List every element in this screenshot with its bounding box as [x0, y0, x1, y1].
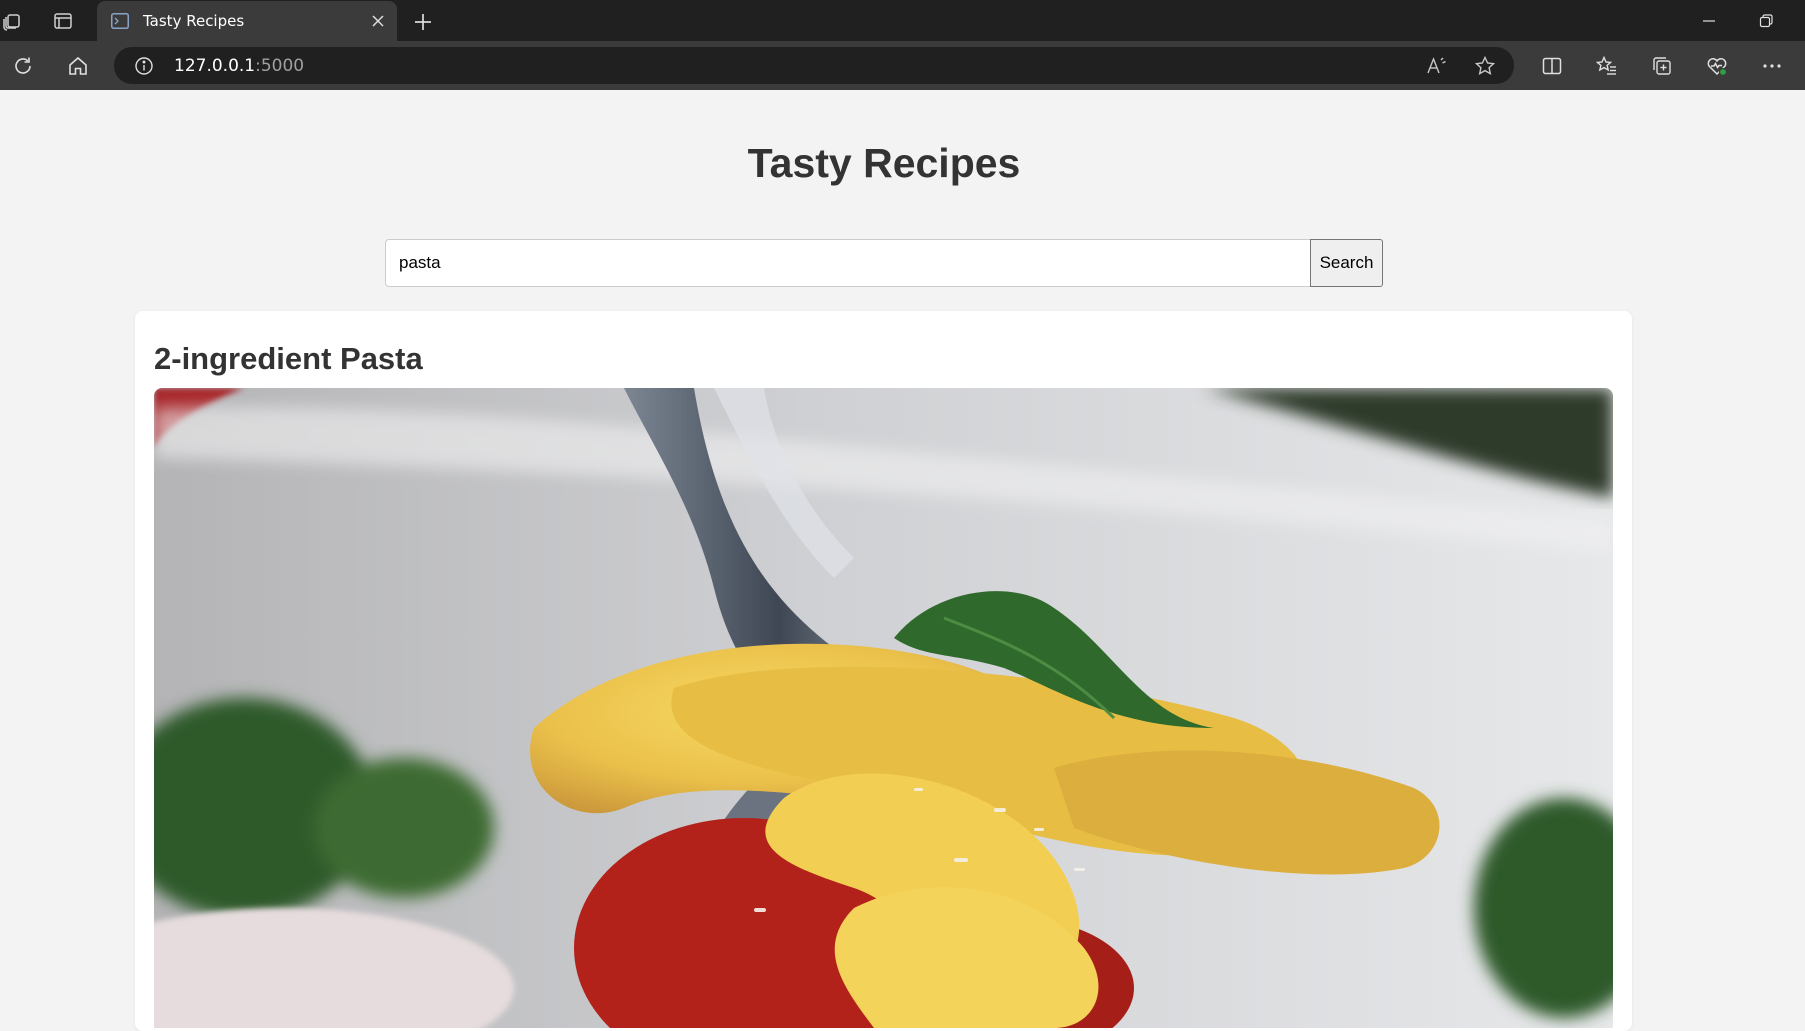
- minimize-window-icon[interactable]: [1696, 10, 1722, 32]
- address-url[interactable]: 127.0.0.1:5000: [174, 56, 304, 76]
- refresh-icon[interactable]: [10, 53, 36, 79]
- favorites-icon[interactable]: [1594, 53, 1620, 79]
- read-aloud-icon[interactable]: [1423, 53, 1449, 79]
- browser-tab-active[interactable]: Tasty Recipes: [97, 1, 397, 42]
- recipe-title: 2-ingredient Pasta: [154, 341, 423, 376]
- search-button[interactable]: Search: [1310, 239, 1383, 287]
- browser-toolbar: 127.0.0.1:5000: [0, 41, 1805, 90]
- info-icon[interactable]: [134, 56, 154, 76]
- vertical-tabs-icon[interactable]: [51, 9, 75, 33]
- collections-icon[interactable]: [1649, 53, 1675, 79]
- workspaces-icon[interactable]: [0, 9, 24, 33]
- address-bar[interactable]: 127.0.0.1:5000: [114, 47, 1514, 84]
- recipe-image: [154, 388, 1613, 1028]
- browser-tab-bar: Tasty Recipes: [0, 0, 1805, 42]
- url-port: :5000: [255, 56, 305, 76]
- home-icon[interactable]: [65, 53, 91, 79]
- split-screen-icon[interactable]: [1539, 53, 1565, 79]
- more-icon[interactable]: [1759, 53, 1785, 79]
- browser-essentials-icon[interactable]: [1704, 53, 1730, 79]
- close-tab-icon[interactable]: [367, 10, 389, 32]
- page-title: Tasty Recipes: [747, 140, 1021, 186]
- url-host: 127.0.0.1: [174, 56, 256, 76]
- page-favicon-icon: [111, 13, 129, 29]
- search-input[interactable]: [385, 239, 1311, 287]
- new-tab-icon[interactable]: [410, 9, 436, 35]
- page-content: Tasty Recipes Search 2-ingredient Pasta: [0, 90, 1805, 1031]
- recipe-card: 2-ingredient Pasta: [135, 311, 1632, 1031]
- star-icon[interactable]: [1472, 53, 1498, 79]
- tab-title: Tasty Recipes: [143, 12, 245, 30]
- restore-window-icon[interactable]: [1753, 10, 1779, 32]
